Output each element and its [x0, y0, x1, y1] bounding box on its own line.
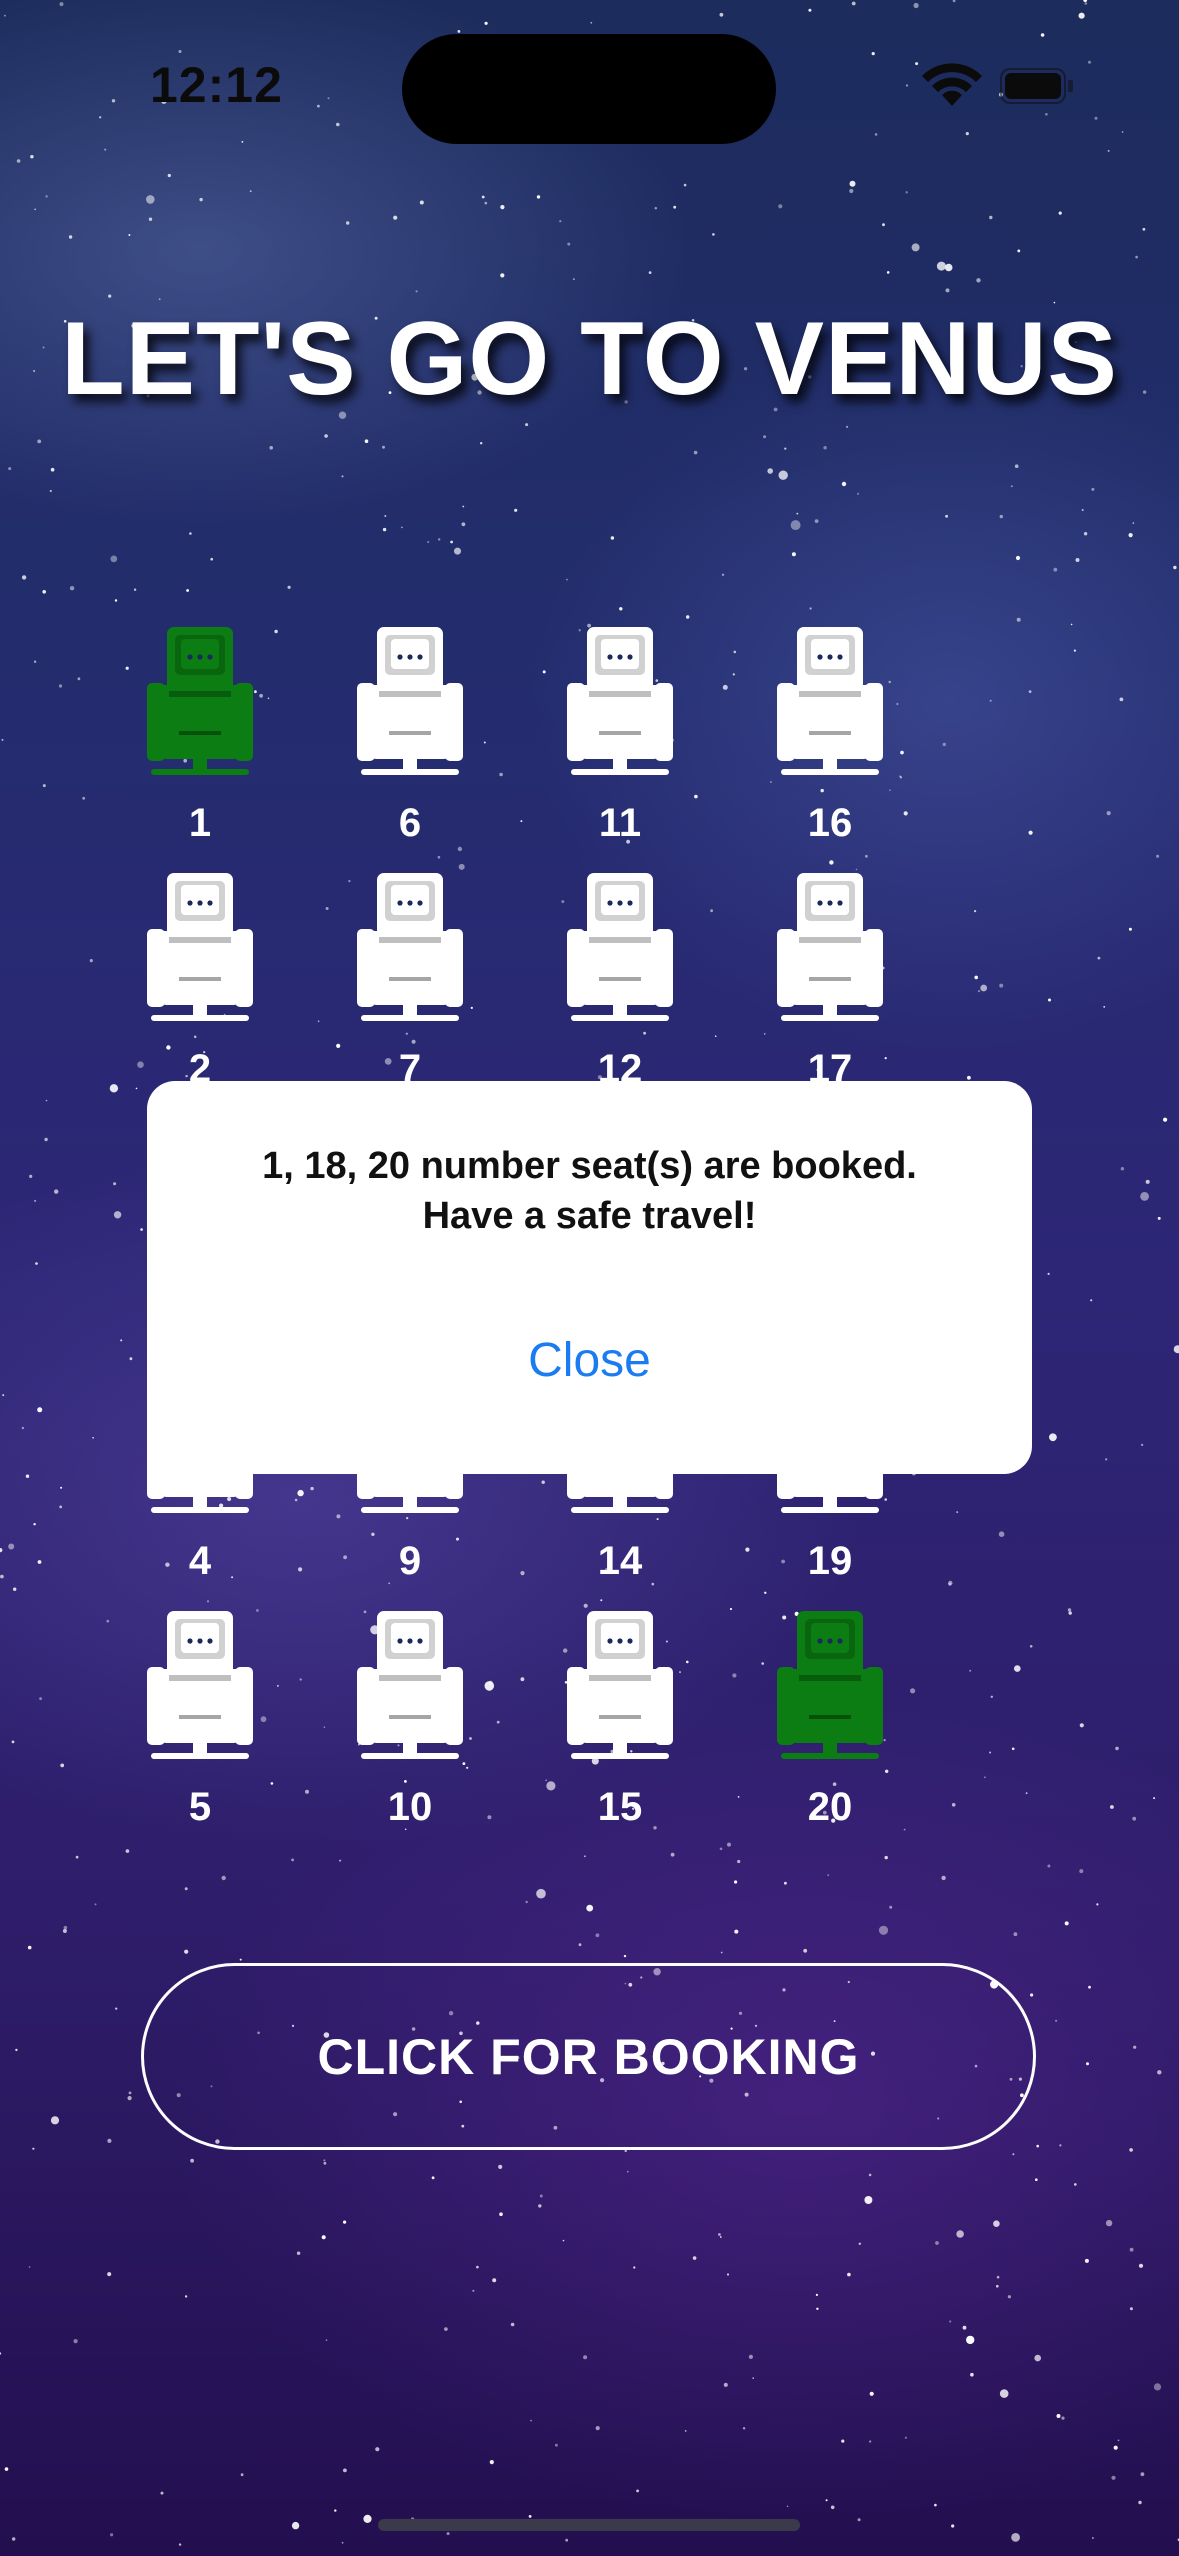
seat-number: 1 [188, 801, 212, 845]
booking-button-label: CLICK FOR BOOKING [317, 2028, 860, 2085]
seat-icon [777, 627, 883, 775]
close-button[interactable]: Close [147, 1321, 1032, 1401]
seat-icon [567, 627, 673, 775]
seat-2[interactable]: 2 [140, 871, 260, 1111]
seat-17[interactable]: 17 [770, 871, 890, 1111]
dialog-message: 1, 18, 20 number seat(s) are booked. Hav… [167, 1141, 1012, 1241]
home-indicator [378, 2519, 800, 2531]
seat-icon [777, 1611, 883, 1759]
seat-12[interactable]: 12 [560, 871, 680, 1111]
booking-confirmation-dialog: 1, 18, 20 number seat(s) are booked. Hav… [147, 1081, 1032, 1474]
seat-number: 16 [807, 801, 853, 845]
seat-icon [777, 873, 883, 1021]
seat-number: 6 [398, 801, 422, 845]
seat-icon [567, 873, 673, 1021]
seat-number: 19 [807, 1539, 853, 1583]
seat-number: 4 [188, 1539, 212, 1583]
dialog-message-line-2: Have a safe travel! [422, 1195, 757, 1237]
seat-10[interactable]: 10 [350, 1609, 470, 1849]
seat-number: 9 [398, 1539, 422, 1583]
seat-16[interactable]: 16 [770, 625, 890, 865]
seat-number: 20 [807, 1785, 853, 1829]
seat-6[interactable]: 6 [350, 625, 470, 865]
seat-number: 10 [387, 1785, 433, 1829]
seat-number: 14 [597, 1539, 643, 1583]
seat-icon [147, 873, 253, 1021]
seat-icon [147, 1611, 253, 1759]
seat-11[interactable]: 11 [560, 625, 680, 865]
seat-icon [357, 1611, 463, 1759]
seat-number: 11 [598, 801, 642, 845]
seat-number: 15 [597, 1785, 643, 1829]
seat-1[interactable]: 1 [140, 625, 260, 865]
booking-button[interactable]: CLICK FOR BOOKING [141, 1963, 1036, 2150]
seat-number: 5 [188, 1785, 212, 1829]
dialog-message-line-1: 1, 18, 20 number seat(s) are booked. [262, 1145, 917, 1187]
seat-20[interactable]: 20 [770, 1609, 890, 1849]
seat-icon [567, 1611, 673, 1759]
seat-7[interactable]: 7 [350, 871, 470, 1111]
seat-icon [357, 873, 463, 1021]
seat-5[interactable]: 5 [140, 1609, 260, 1849]
seat-icon [147, 627, 253, 775]
seat-icon [357, 627, 463, 775]
seat-15[interactable]: 15 [560, 1609, 680, 1849]
